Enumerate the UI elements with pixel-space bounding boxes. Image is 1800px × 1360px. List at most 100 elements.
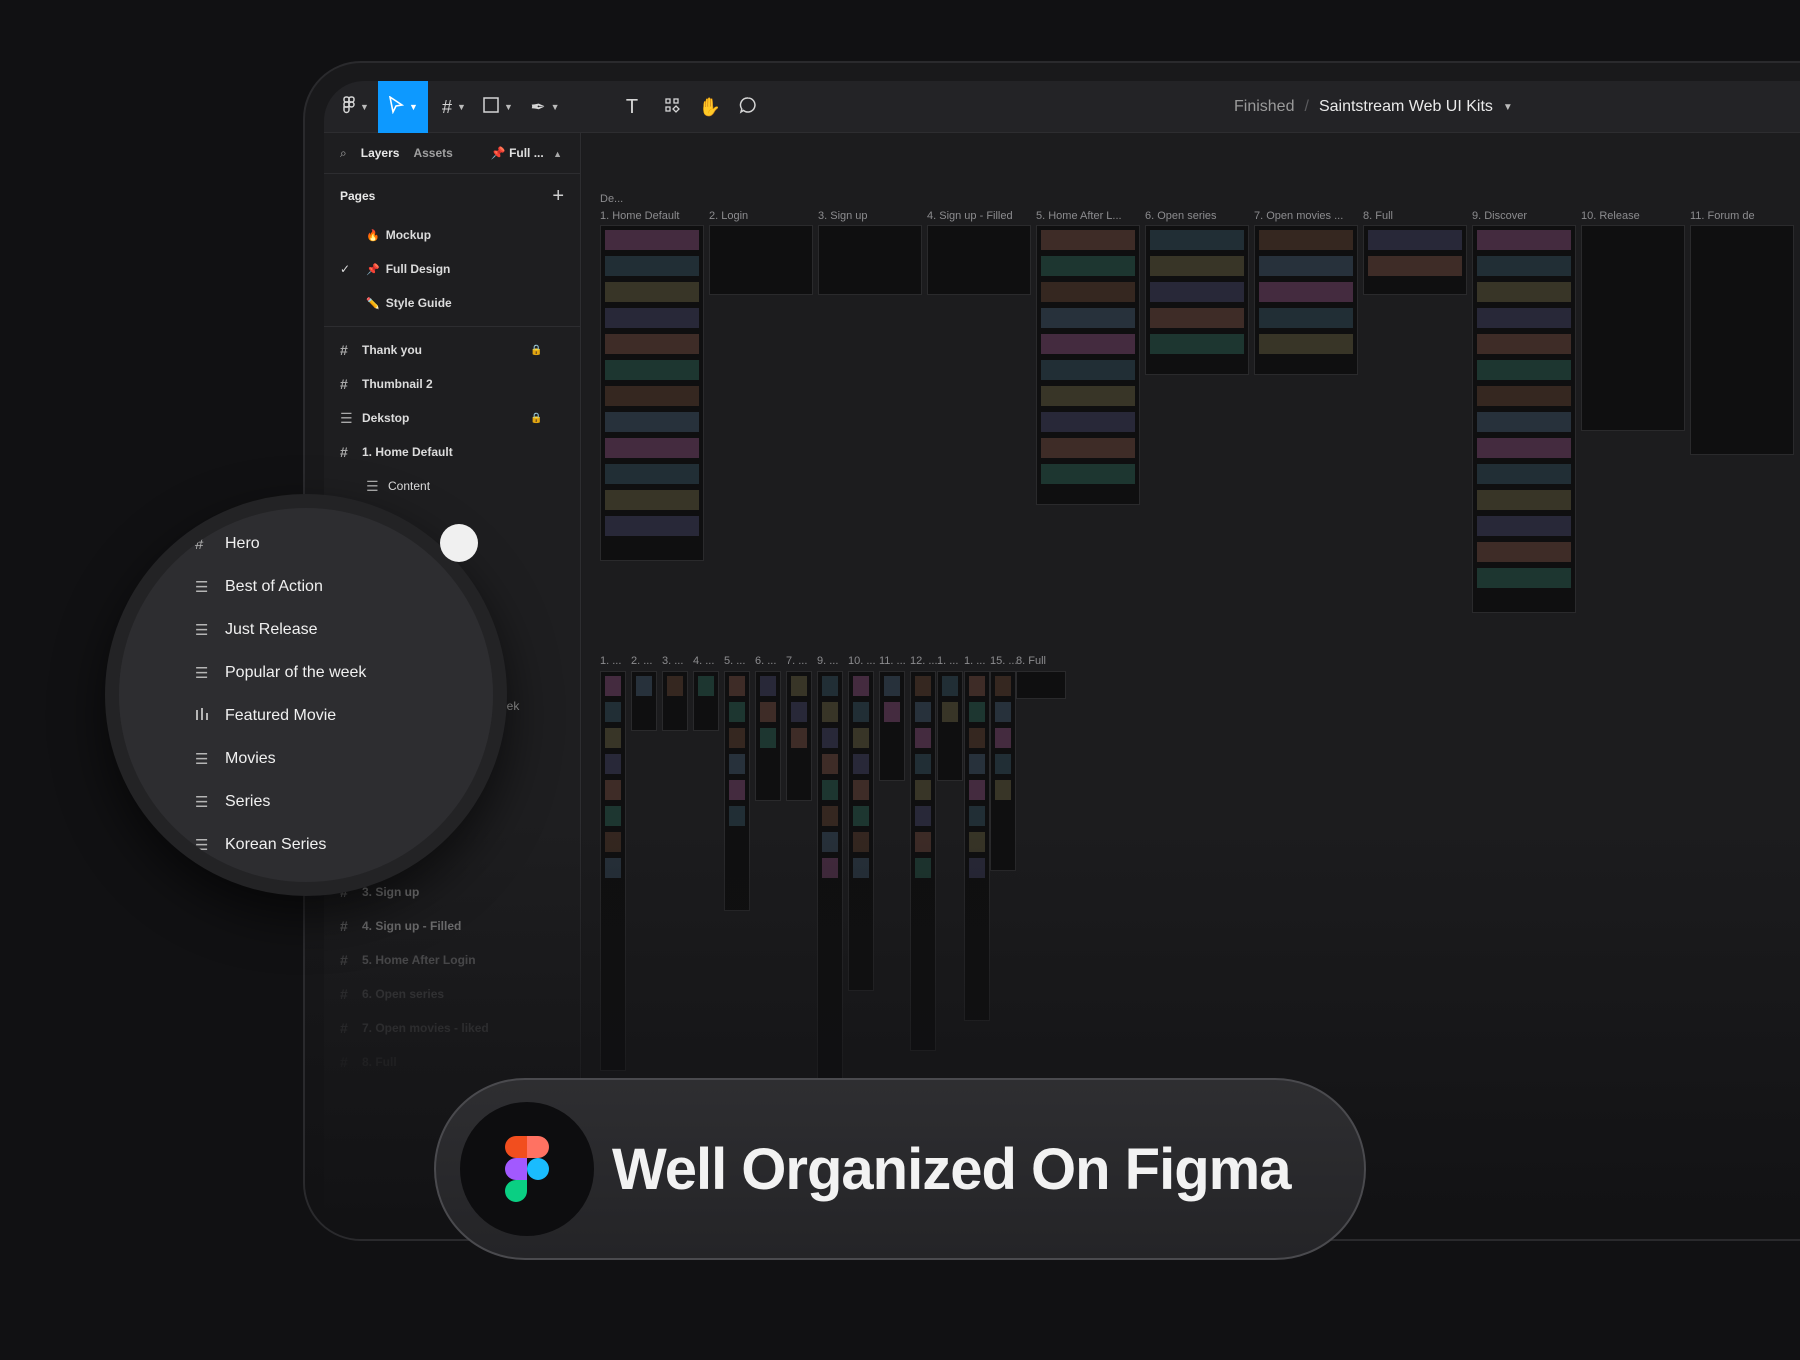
design-frame-thumbnail[interactable] xyxy=(1016,671,1066,699)
layer-full[interactable]: # 8. Full xyxy=(324,1045,580,1079)
layer-home-default[interactable]: # 1. Home Default xyxy=(324,435,580,469)
layer-sign-up-filled[interactable]: # 4. Sign up - Filled xyxy=(324,909,580,943)
design-frame-thumbnail[interactable] xyxy=(964,671,990,1021)
frame-label[interactable]: 10. ... xyxy=(848,655,876,667)
hand-tool-button[interactable]: ✋ xyxy=(692,81,728,133)
design-frame-thumbnail[interactable] xyxy=(990,671,1016,871)
design-frame-thumbnail[interactable] xyxy=(724,671,750,911)
design-frame-thumbnail[interactable] xyxy=(786,671,812,801)
frame-label[interactable]: 3. Sign up xyxy=(818,210,868,222)
design-frame-thumbnail[interactable] xyxy=(1036,225,1140,505)
frame-label[interactable]: 6. ... xyxy=(755,655,776,667)
add-page-icon[interactable]: + xyxy=(552,185,564,208)
design-frame-thumbnail[interactable] xyxy=(1690,225,1794,455)
layer-series[interactable]: ☰ Series xyxy=(195,782,270,822)
layer-open-series[interactable]: # 6. Open series xyxy=(324,977,580,1011)
search-icon[interactable]: ⌕ xyxy=(340,146,347,161)
design-frame-thumbnail[interactable] xyxy=(709,225,813,295)
layer-content[interactable]: ☰ Content xyxy=(324,469,580,503)
frame-content-block xyxy=(1477,412,1571,432)
frame-label[interactable]: 5. ... xyxy=(724,655,745,667)
design-frame-thumbnail[interactable] xyxy=(631,671,657,731)
layer-thumbnail-2[interactable]: # Thumbnail 2 xyxy=(324,367,580,401)
frame-label[interactable]: 9. ... xyxy=(817,655,838,667)
frame-label[interactable]: 4. Sign up - Filled xyxy=(927,210,1013,222)
tab-assets[interactable]: Assets xyxy=(413,146,452,160)
design-frame-thumbnail[interactable] xyxy=(817,671,843,1111)
layer-just-release[interactable]: ☰ Just Release xyxy=(195,610,318,650)
frame-label[interactable]: 3. ... xyxy=(662,655,683,667)
layer-open-movies-liked[interactable]: # 7. Open movies - liked xyxy=(324,1011,580,1045)
frame-label[interactable]: 7. Open movies ... xyxy=(1254,210,1343,222)
design-frame-thumbnail[interactable] xyxy=(1145,225,1249,375)
frame-label[interactable]: 1. ... xyxy=(964,655,985,667)
design-frame-thumbnail[interactable] xyxy=(910,671,936,1051)
design-frame-thumbnail[interactable] xyxy=(600,225,704,561)
frame-label[interactable]: 12. ... xyxy=(910,655,938,667)
frame-label[interactable]: 5. Home After L... xyxy=(1036,210,1122,222)
figma-menu-button[interactable]: ▼ xyxy=(334,81,378,133)
drag-handle[interactable] xyxy=(440,524,478,562)
layer-hero[interactable]: # Hero xyxy=(195,524,260,564)
frame-label[interactable]: 1. Home Default xyxy=(600,210,679,222)
frame-label[interactable]: 4. ... xyxy=(693,655,714,667)
design-canvas[interactable]: De... 1. Home Default 2. Login 3. Sign u… xyxy=(582,133,1800,1239)
layer-label: Series xyxy=(225,793,271,810)
page-item-full-design[interactable]: ✓ 📌 Full Design xyxy=(324,252,580,286)
frame-label[interactable]: 1. ... xyxy=(937,655,958,667)
frame-label[interactable]: 8. Full xyxy=(1016,655,1046,667)
design-frame-thumbnail[interactable] xyxy=(848,671,874,991)
frame-label[interactable]: 6. Open series xyxy=(1145,210,1217,222)
design-frame-thumbnail[interactable] xyxy=(1472,225,1576,613)
layer-thank-you[interactable]: # Thank you 🔒 xyxy=(324,333,580,367)
frame-label[interactable]: 15. ... xyxy=(990,655,1018,667)
lock-icon[interactable]: 🔒 xyxy=(530,413,542,424)
layer-dekstop[interactable]: ☰ Dekstop 🔒 xyxy=(324,401,580,435)
frame-label[interactable]: 7. ... xyxy=(786,655,807,667)
design-frame-thumbnail[interactable] xyxy=(927,225,1031,295)
frame-label[interactable]: 11. Forum de xyxy=(1690,210,1755,222)
frame-label[interactable]: 10. Release xyxy=(1581,210,1640,222)
comment-tool-button[interactable] xyxy=(730,81,766,133)
page-item-mockup[interactable]: 🔥 Mockup xyxy=(324,218,580,252)
chevron-down-icon: ▼ xyxy=(409,102,418,112)
frame-label[interactable]: 2. ... xyxy=(631,655,652,667)
frame-label[interactable]: 2. Login xyxy=(709,210,748,222)
layer-movies[interactable]: ☰ Movies xyxy=(195,739,276,779)
pen-tool-button[interactable]: ✒ ▼ xyxy=(524,81,566,133)
file-title[interactable]: Saintstream Web UI Kits xyxy=(1319,98,1493,116)
layer-best-of-action[interactable]: ☰ Best of Action xyxy=(195,567,323,607)
rectangle-icon xyxy=(483,96,499,118)
design-frame-thumbnail[interactable] xyxy=(818,225,922,295)
frame-content-block xyxy=(729,676,745,696)
page-selector[interactable]: 📌 Full ... ▲ xyxy=(491,146,562,160)
frame-label[interactable]: 1. ... xyxy=(600,655,621,667)
design-frame-thumbnail[interactable] xyxy=(1363,225,1467,295)
frame-label[interactable]: 8. Full xyxy=(1363,210,1393,222)
layer-home-after-login[interactable]: # 5. Home After Login xyxy=(324,943,580,977)
text-tool-button[interactable]: T xyxy=(614,81,650,133)
page-item-style-guide[interactable]: ✏️ Style Guide xyxy=(324,286,580,320)
design-frame-thumbnail[interactable] xyxy=(879,671,905,781)
design-frame-thumbnail[interactable] xyxy=(1254,225,1358,375)
frame-label[interactable]: 9. Discover xyxy=(1472,210,1527,222)
design-frame-thumbnail[interactable] xyxy=(693,671,719,731)
chevron-down-icon[interactable]: ▼ xyxy=(1503,102,1513,113)
design-frame-thumbnail[interactable] xyxy=(600,671,626,1071)
tab-layers[interactable]: Layers xyxy=(361,146,400,160)
design-frame-thumbnail[interactable] xyxy=(937,671,963,781)
layer-popular-of-the-week[interactable]: ☰ Popular of the week xyxy=(195,653,366,693)
move-tool-button[interactable]: ▼ xyxy=(378,81,428,133)
shape-tool-button[interactable]: ▼ xyxy=(478,81,518,133)
layer-featured-movie[interactable]: Featured Movie xyxy=(195,696,336,736)
frame-label[interactable]: 11. ... xyxy=(879,655,906,667)
frame-content-block xyxy=(942,676,958,696)
design-frame-thumbnail[interactable] xyxy=(755,671,781,801)
design-frame-thumbnail[interactable] xyxy=(1581,225,1685,431)
layer-korean-series[interactable]: ☰ Korean Series xyxy=(195,825,326,865)
frame-tool-button[interactable]: # ▼ xyxy=(434,81,474,133)
components-tool-button[interactable] xyxy=(654,81,690,133)
design-frame-thumbnail[interactable] xyxy=(662,671,688,731)
lock-icon[interactable]: 🔒 xyxy=(530,345,542,356)
breadcrumb-folder[interactable]: Finished xyxy=(1234,98,1294,116)
